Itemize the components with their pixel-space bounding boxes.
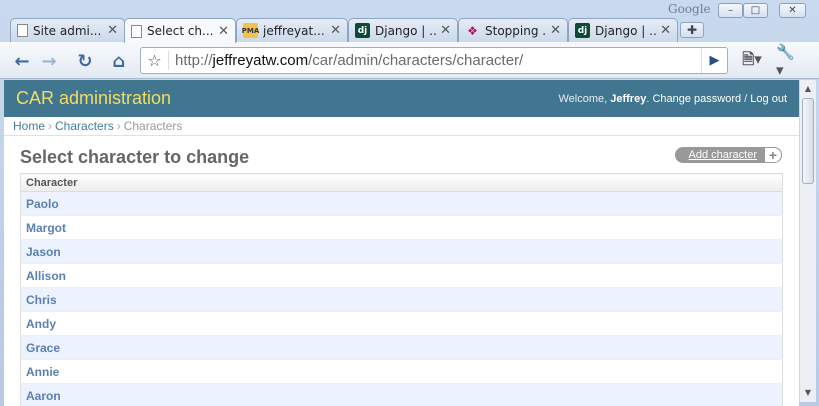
forward-arrow-icon[interactable]: →: [37, 50, 61, 72]
table-row: Paolo: [20, 191, 783, 216]
scroll-up-icon[interactable]: ▲: [800, 81, 816, 97]
tab-label: Stopping ...: [485, 23, 547, 38]
window-close-button[interactable]: ✕: [779, 3, 806, 18]
phpmyadmin-icon: PMA: [242, 23, 259, 38]
table-row: Aaron: [20, 383, 783, 406]
tab-select-character[interactable]: Select ch... ✕: [124, 18, 236, 43]
character-link[interactable]: Paolo: [26, 197, 59, 211]
browser-brand: Google: [668, 2, 711, 16]
browser-window: Google – □ ✕ Site admi... ✕ Select ch...…: [0, 0, 819, 406]
tab-django-2[interactable]: dj Django | ... ✕: [568, 18, 678, 42]
column-header-character[interactable]: Character: [20, 173, 783, 192]
tab-strip: Site admi... ✕ Select ch... ✕ PMA jeffre…: [0, 17, 819, 43]
character-link[interactable]: Grace: [26, 341, 60, 355]
breadcrumb: Home › Characters › Characters: [4, 117, 799, 136]
tab-phpmyadmin[interactable]: PMA jeffreyat... ✕: [236, 18, 348, 42]
breadcrumb-home[interactable]: Home: [13, 119, 45, 133]
table-row: Andy: [20, 311, 783, 336]
tab-close-icon[interactable]: ✕: [550, 23, 561, 38]
username: Jeffrey: [610, 92, 647, 105]
reload-icon[interactable]: ↻: [73, 50, 97, 72]
character-link[interactable]: Andy: [26, 317, 56, 331]
breadcrumb-separator: ›: [48, 119, 53, 133]
back-arrow-icon[interactable]: ←: [10, 50, 34, 72]
scroll-down-icon[interactable]: ▼: [800, 385, 816, 401]
table-row: Chris: [20, 287, 783, 312]
table-row: Jason: [20, 239, 783, 264]
tab-close-icon[interactable]: ✕: [107, 23, 118, 38]
table-row: Margot: [20, 215, 783, 240]
content: Select character to change Add character…: [4, 136, 799, 406]
feather-icon: ❖: [467, 23, 478, 38]
tab-close-icon[interactable]: ✕: [218, 24, 229, 39]
page-viewport: CAR administration Welcome, Jeffrey. Cha…: [4, 80, 799, 406]
browser-toolbar: ← → ↻ ⌂ ☆ http://jeffreyatw.com/car/admi…: [0, 42, 819, 79]
go-arrow-icon[interactable]: ▶: [701, 48, 727, 73]
change-password-link[interactable]: Change password: [652, 93, 741, 105]
table-row: Annie: [20, 359, 783, 384]
breadcrumb-separator: ›: [116, 119, 121, 133]
character-link[interactable]: Aaron: [26, 389, 61, 403]
character-link[interactable]: Allison: [26, 269, 66, 283]
character-link[interactable]: Jason: [26, 245, 61, 259]
character-link[interactable]: Margot: [26, 221, 66, 235]
maximize-button[interactable]: □: [743, 3, 768, 18]
page-icon: [131, 24, 142, 38]
home-icon[interactable]: ⌂: [107, 50, 131, 72]
user-tools-separator: /: [744, 92, 748, 105]
breadcrumb-current: Characters: [123, 119, 183, 133]
tab-label: Site admi...: [33, 23, 102, 38]
admin-header: CAR administration Welcome, Jeffrey. Cha…: [4, 80, 799, 117]
plus-icon: +: [764, 147, 782, 163]
logout-link[interactable]: Log out: [750, 93, 787, 105]
page-icon: [17, 24, 28, 37]
address-bar[interactable]: ☆ http://jeffreyatw.com/car/admin/charac…: [140, 47, 728, 74]
address-url[interactable]: http://jeffreyatw.com/car/admin/characte…: [169, 52, 701, 69]
tab-label: Django | ...: [375, 23, 437, 38]
tab-close-icon[interactable]: ✕: [330, 23, 341, 38]
tab-close-icon[interactable]: ✕: [440, 23, 451, 38]
django-icon: dj: [575, 23, 590, 38]
user-tools: Welcome, Jeffrey. Change password / Log …: [558, 92, 787, 105]
url-host: jeffreyatw.com: [212, 52, 309, 69]
add-character-label: Add character: [688, 149, 757, 161]
add-character-button[interactable]: Add character +: [674, 147, 782, 163]
tab-label: jeffreyat...: [263, 23, 325, 38]
new-tab-icon[interactable]: ✚: [680, 22, 704, 38]
minimize-button[interactable]: –: [718, 3, 743, 18]
tab-label: Select ch...: [147, 24, 214, 38]
table-row: Allison: [20, 263, 783, 288]
tab-site-admin[interactable]: Site admi... ✕: [10, 18, 125, 42]
page-title: Select character to change: [20, 147, 250, 167]
scrollbar-thumb[interactable]: [802, 98, 814, 184]
tab-django-1[interactable]: dj Django | ... ✕: [348, 18, 458, 42]
page-menu-icon[interactable]: 🗎▾: [740, 50, 764, 72]
bookmark-star-icon[interactable]: ☆: [141, 51, 169, 70]
tab-stopping[interactable]: ❖ Stopping ... ✕: [458, 18, 568, 42]
vertical-scrollbar[interactable]: ▲ ▼: [799, 80, 816, 402]
tab-label: Django | ...: [595, 23, 657, 38]
table-row: Grace: [20, 335, 783, 360]
results-table: Character Paolo Margot Jason Allison Chr…: [20, 173, 783, 406]
welcome-text: Welcome,: [558, 92, 608, 105]
tab-close-icon[interactable]: ✕: [660, 23, 671, 38]
site-title: CAR administration: [16, 88, 172, 108]
django-icon: dj: [355, 23, 370, 38]
character-link[interactable]: Chris: [26, 293, 57, 307]
url-scheme: http://: [175, 52, 213, 69]
url-path: /car/admin/characters/character/: [308, 52, 524, 69]
wrench-menu-icon[interactable]: 🔧▾: [776, 43, 800, 79]
character-link[interactable]: Annie: [26, 365, 59, 379]
breadcrumb-app[interactable]: Characters: [55, 119, 114, 133]
